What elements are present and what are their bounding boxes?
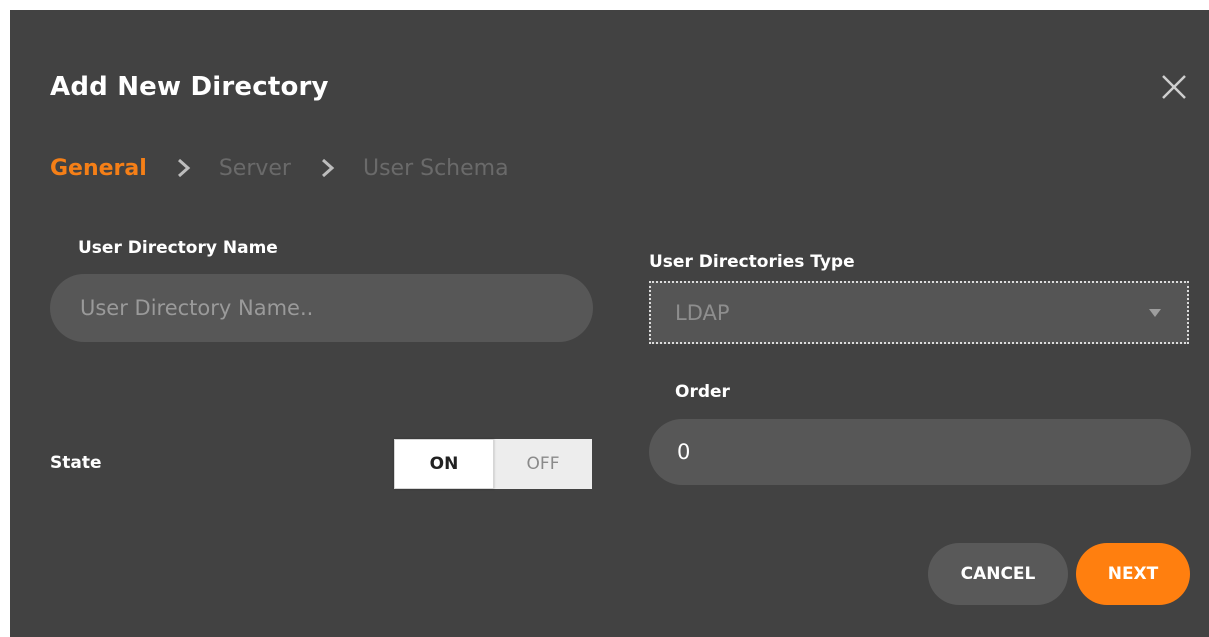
wizard-steps: General Server User Schema: [50, 153, 509, 183]
directory-name-label: User Directory Name: [78, 238, 278, 258]
chevron-right-icon: [321, 158, 335, 178]
step-server[interactable]: Server: [219, 156, 291, 181]
state-on-option[interactable]: ON: [394, 439, 494, 489]
state-label: State: [50, 453, 102, 473]
dialog-title: Add New Directory: [50, 72, 329, 102]
state-toggle: ON OFF: [394, 439, 592, 489]
add-directory-dialog: Add New Directory General Server User Sc…: [10, 10, 1209, 637]
order-input[interactable]: [649, 419, 1191, 485]
step-user-schema[interactable]: User Schema: [363, 156, 509, 181]
directory-type-label: User Directories Type: [649, 252, 855, 272]
caret-down-icon: [1149, 308, 1161, 317]
directory-name-input[interactable]: [50, 274, 593, 342]
close-button[interactable]: [1155, 68, 1193, 106]
chevron-right-icon: [177, 158, 191, 178]
step-general[interactable]: General: [50, 156, 147, 181]
order-label: Order: [675, 382, 730, 402]
directory-type-value: LDAP: [675, 300, 730, 325]
state-off-option[interactable]: OFF: [494, 439, 592, 489]
next-button[interactable]: NEXT: [1076, 543, 1190, 605]
cancel-button[interactable]: CANCEL: [928, 543, 1068, 605]
close-icon: [1162, 75, 1186, 99]
directory-type-select[interactable]: LDAP: [649, 281, 1189, 344]
